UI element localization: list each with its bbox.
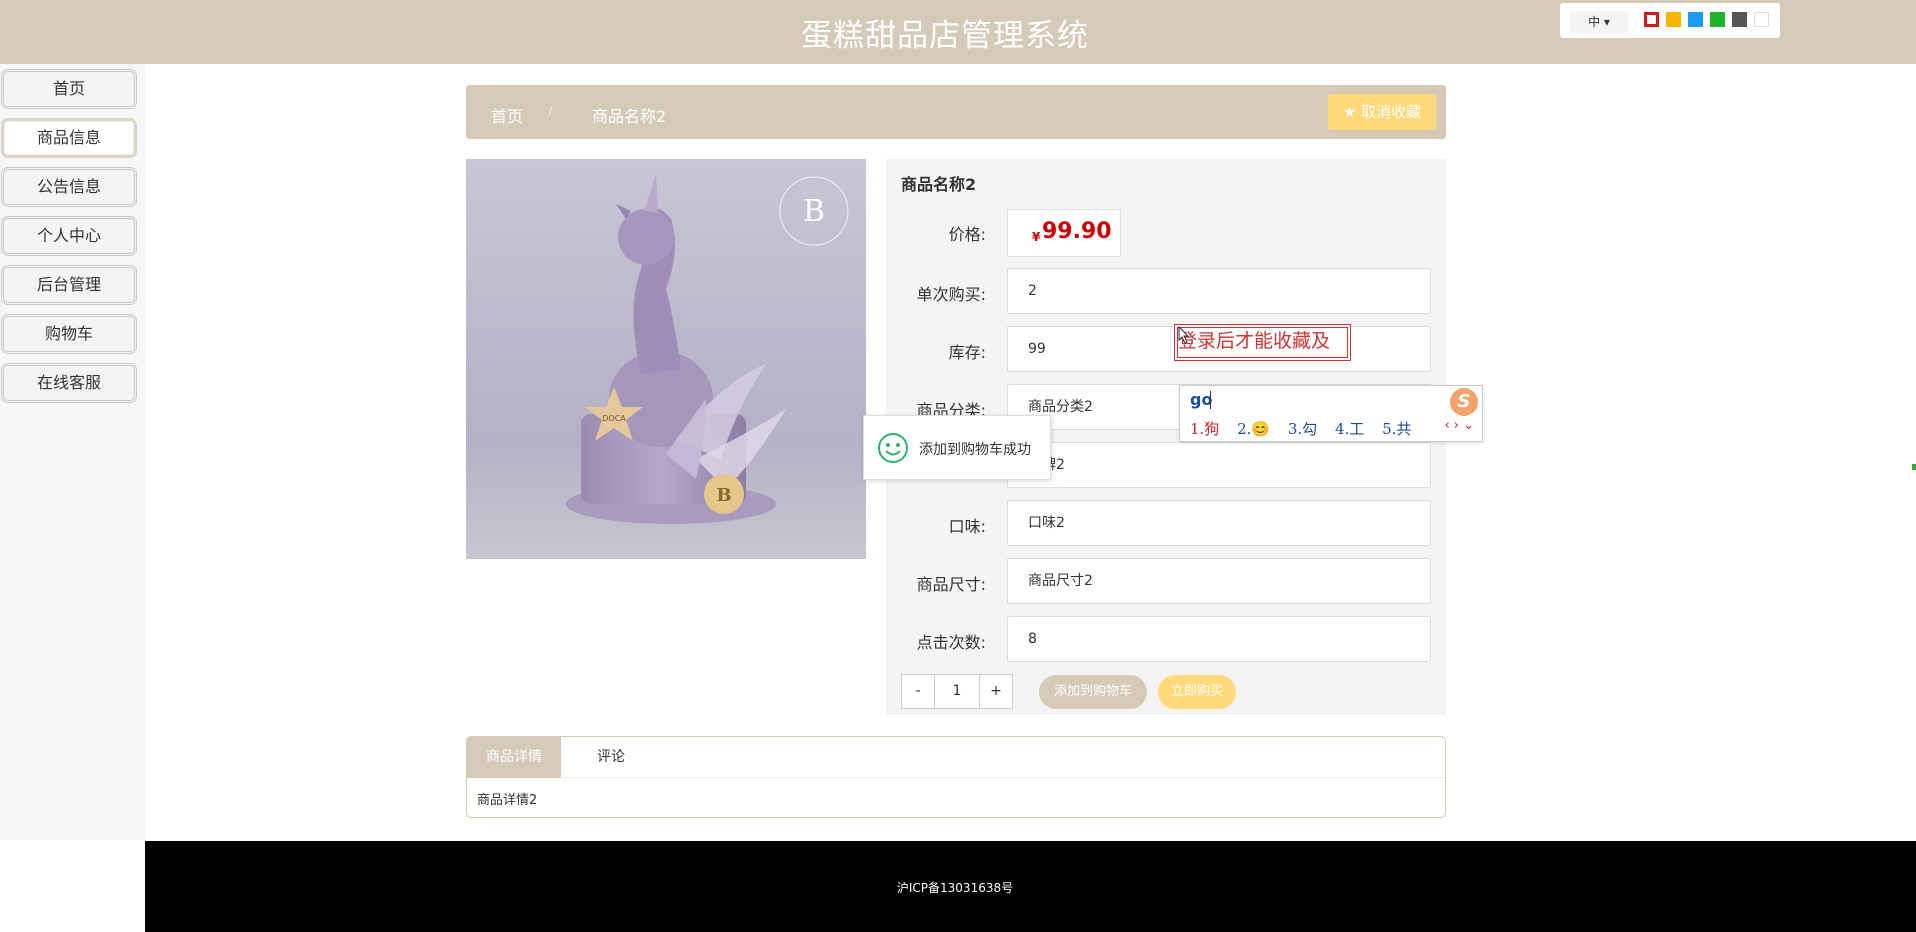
login-tip: 登录后才能收藏及 (1174, 324, 1351, 361)
side-indicator (1912, 464, 1916, 470)
toast-message: 添加到购物车成功 (919, 442, 1031, 458)
price-label: 价格: (948, 225, 986, 244)
breadcrumb: 首页 / 商品名称2 ★ 取消收藏 (466, 85, 1446, 139)
sidebar-item-cart[interactable]: 购物车 (1, 314, 137, 354)
theme-switcher: 中 ▾ (1560, 3, 1780, 38)
cake-image: DOCA B B (466, 159, 866, 559)
buy-now-button[interactable]: 立即购买 (1158, 675, 1236, 709)
theme-swatch-gray[interactable] (1732, 12, 1747, 27)
footer: 沪ICP备13031638号 (145, 841, 1916, 932)
sidebar-item-profile[interactable]: 个人中心 (1, 216, 137, 256)
ime-candidate[interactable]: 3.勾 (1288, 420, 1317, 438)
svg-text:B: B (803, 194, 825, 229)
theme-swatch-green[interactable] (1710, 12, 1725, 27)
theme-swatch-white[interactable] (1754, 12, 1769, 27)
theme-swatch-blue[interactable] (1688, 12, 1703, 27)
language-select[interactable]: 中 ▾ (1570, 11, 1628, 33)
tab-comments[interactable]: 评论 (561, 737, 661, 778)
field-single-purchase: 2 (1007, 268, 1431, 314)
cake-star-label: DOCA (602, 414, 626, 423)
price-box: ¥ 99.90 (1007, 209, 1121, 257)
field-label-clicks: 点击次数: (916, 633, 986, 652)
price-value: 99.90 (1042, 219, 1112, 244)
sidebar-item-support[interactable]: 在线客服 (1, 363, 137, 403)
tab-header: 商品详情 评论 (467, 737, 1445, 778)
sidebar-item-products[interactable]: 商品信息 (1, 118, 137, 158)
product-name: 商品名称2 (901, 175, 977, 194)
breadcrumb-home[interactable]: 首页 (491, 103, 523, 127)
breadcrumb-current: 商品名称2 (592, 107, 667, 126)
sogou-logo-icon: S (1450, 388, 1478, 416)
sidebar-item-notices[interactable]: 公告信息 (1, 167, 137, 207)
sidebar: 首页 商品信息 公告信息 个人中心 后台管理 购物车 在线客服 (0, 64, 145, 840)
tab-product-detail[interactable]: 商品详情 (467, 737, 561, 778)
ime-candidate[interactable]: 2.😊 (1237, 420, 1270, 438)
field-clicks: 8 (1007, 616, 1431, 662)
tab-content: 商品详情2 (477, 793, 538, 808)
field-label-stock: 库存: (948, 343, 986, 362)
field-label-single-purchase: 单次购买: (916, 285, 986, 304)
currency-symbol: ¥ (1032, 230, 1041, 244)
ime-popup: go 1.狗 2.😊 3.勾 4.工 5.共 S ‹ › ⌄ (1179, 385, 1483, 442)
sidebar-item-admin[interactable]: 后台管理 (1, 265, 137, 305)
ime-candidates: 1.狗 2.😊 3.勾 4.工 5.共 (1190, 418, 1424, 439)
quantity-input[interactable]: 1 (935, 675, 979, 708)
quantity-increase-button[interactable]: + (979, 675, 1012, 708)
sidebar-item-home[interactable]: 首页 (1, 69, 137, 109)
quantity-decrease-button[interactable]: - (902, 675, 935, 708)
ime-candidate[interactable]: 4.工 (1335, 420, 1364, 438)
field-flavor: 口味2 (1007, 500, 1431, 546)
header: 蛋糕甜品店管理系统 中 ▾ (0, 0, 1916, 64)
theme-swatch-yellow[interactable] (1666, 12, 1681, 27)
detail-tabs: 商品详情 评论 商品详情2 (466, 736, 1446, 818)
ime-candidate[interactable]: 5.共 (1382, 420, 1411, 438)
ime-caret (1210, 391, 1211, 409)
product-image: DOCA B B (466, 159, 866, 559)
icp-record: 沪ICP备13031638号 (896, 881, 1014, 895)
ime-candidate[interactable]: 1.狗 (1190, 420, 1219, 438)
field-size: 商品尺寸2 (1007, 558, 1431, 604)
ime-page-nav[interactable]: ‹ › ⌄ (1444, 418, 1474, 433)
cancel-favorite-button[interactable]: ★ 取消收藏 (1328, 94, 1436, 130)
breadcrumb-separator: / (548, 105, 553, 120)
field-brand: 品牌2 (1007, 442, 1431, 488)
success-toast: 添加到购物车成功 (863, 415, 1051, 480)
quantity-stepper: - 1 + (901, 674, 1013, 709)
smile-icon (878, 433, 908, 463)
field-label-size: 商品尺寸: (916, 575, 986, 594)
theme-swatch-red[interactable] (1644, 12, 1659, 27)
mouse-cursor-icon (1178, 325, 1190, 348)
svg-text:B: B (716, 485, 731, 506)
field-label-flavor: 口味: (948, 517, 986, 536)
add-to-cart-button[interactable]: 添加到购物车 (1039, 675, 1147, 709)
